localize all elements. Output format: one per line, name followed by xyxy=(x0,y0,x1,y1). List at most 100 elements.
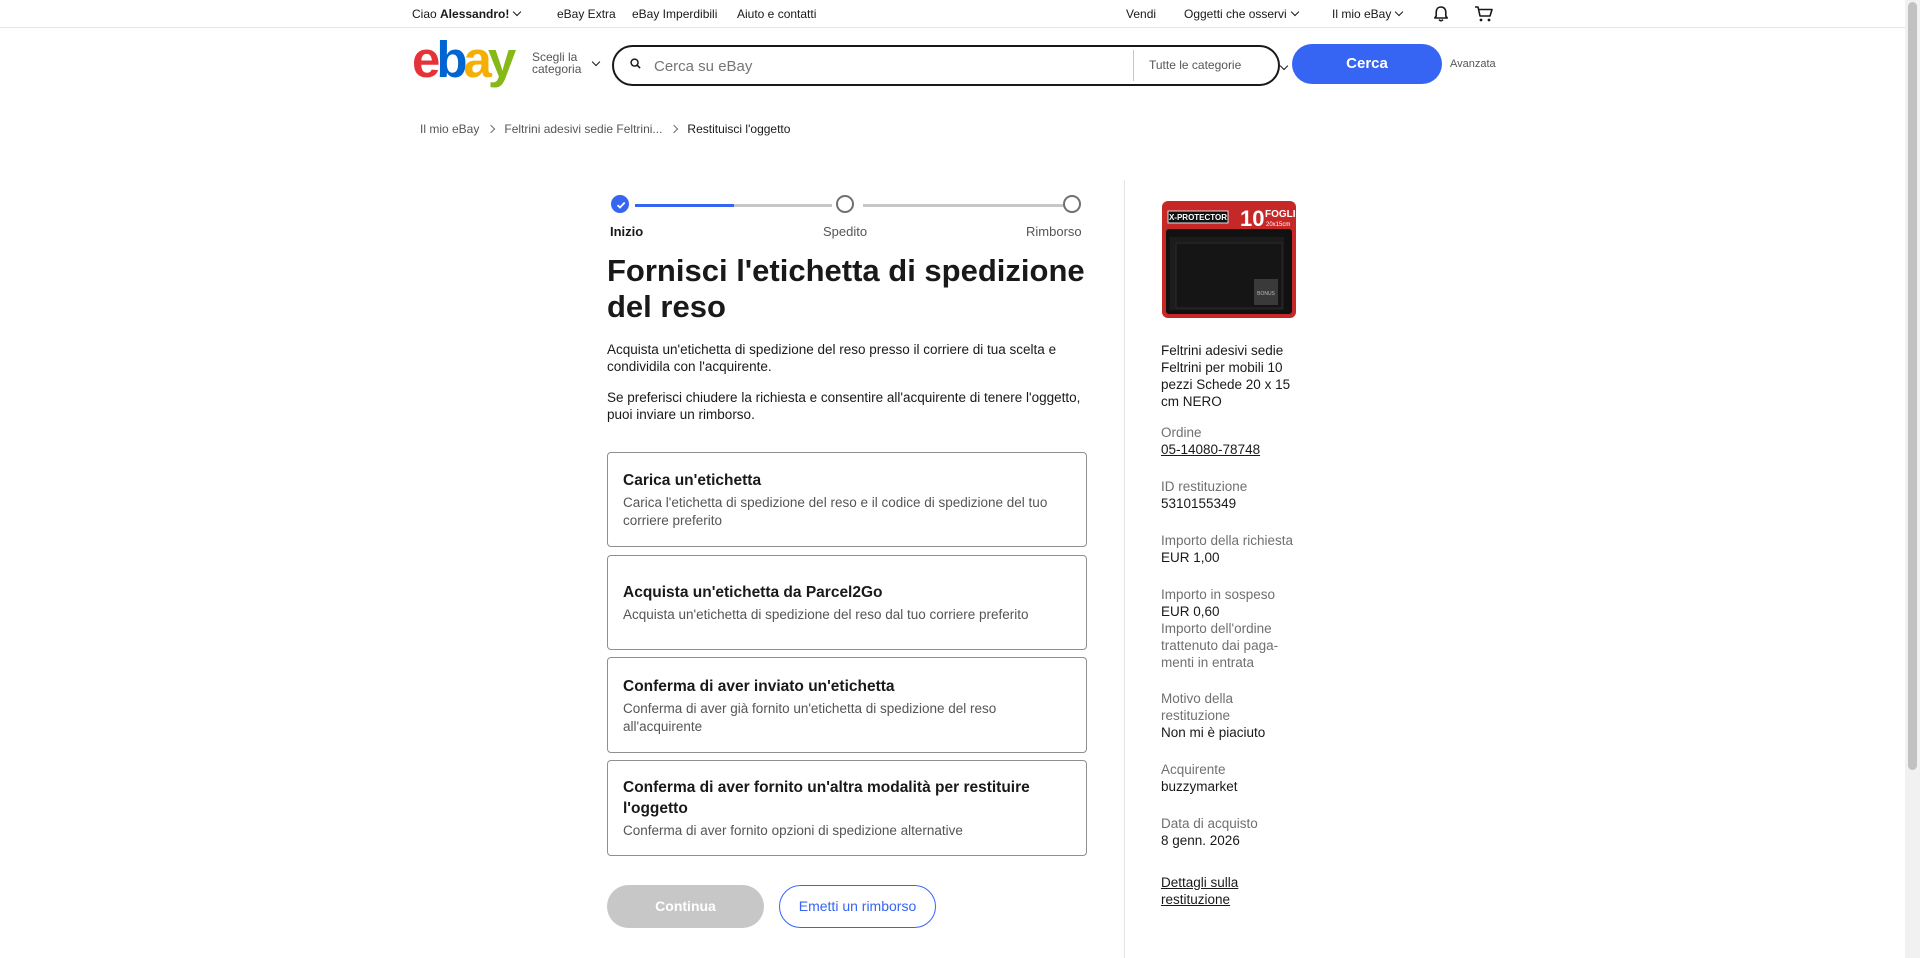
product-title-text: Feltrini adesivi sedie Feltrini per mobi… xyxy=(1161,343,1291,409)
search-input[interactable] xyxy=(652,55,1116,77)
option-description: Acquista un'etichetta di spedizione del … xyxy=(623,607,1029,622)
scrollbar-thumb[interactable] xyxy=(1908,2,1917,770)
purchase-date-info: Data di acquisto 8 genn. 2026 xyxy=(1161,815,1306,849)
step-shipped-label: Spedito xyxy=(823,224,868,239)
breadcrumb-item[interactable]: Feltrini adesivi sedie Feltrini... xyxy=(504,122,662,136)
refund-hint-text: Se preferisci chiudere la richiesta e co… xyxy=(607,390,1081,422)
option-title: Acquista un'etichetta da Parcel2Go xyxy=(623,584,883,601)
chevron-down-icon xyxy=(513,7,522,17)
search-button[interactable]: Cerca xyxy=(1292,44,1442,84)
pending-amount-value: EUR 0,60 xyxy=(1161,604,1220,619)
return-reason-info: Motivo della restituzione Non mi è piaci… xyxy=(1161,690,1306,741)
option-description: Carica l'etichetta di spedizione del res… xyxy=(623,495,1048,528)
chevron-down-icon xyxy=(591,57,601,67)
notification-bell-icon[interactable] xyxy=(1432,5,1450,23)
ebay-logo[interactable]: ebay xyxy=(412,34,522,85)
image-count: 10 xyxy=(1240,206,1264,231)
sidebar-divider xyxy=(1124,180,1125,958)
return-id-info: ID restituzione 5310155349 xyxy=(1161,478,1306,512)
logo-letter-b: b xyxy=(436,31,467,88)
logo-letter-e: e xyxy=(412,31,440,88)
nav-link-sell[interactable]: Vendi xyxy=(1126,7,1156,21)
breadcrumb-current: Restituisci l'oggetto xyxy=(687,122,791,136)
search-bar: Tutte le categorie xyxy=(612,45,1289,86)
nav-link-help[interactable]: Aiuto e contatti xyxy=(737,7,816,21)
requested-amount-label: Importo della richiesta xyxy=(1161,533,1294,548)
buyer-info: Acquirente buzzymarket xyxy=(1161,761,1306,795)
requested-amount-value: EUR 1,00 xyxy=(1161,550,1220,565)
breadcrumb: Il mio eBay Feltrini adesivi sedie Feltri… xyxy=(420,122,790,136)
return-details-link[interactable]: Dettagli sulla restituzione xyxy=(1161,875,1238,907)
search-icon xyxy=(630,58,641,69)
nav-link-ebay-imperdibili[interactable]: eBay Imperdibili xyxy=(632,7,717,21)
buyer-value: buzzymarket xyxy=(1161,779,1238,794)
continue-button[interactable]: Continua xyxy=(607,885,764,928)
greeting[interactable]: Ciao Alessandro! xyxy=(412,7,522,21)
chevron-down-icon xyxy=(1290,7,1299,17)
option-confirm-alternative-return[interactable]: Conferma di aver fornito un'altra modali… xyxy=(607,760,1087,856)
my-ebay-menu[interactable]: Il mio eBay xyxy=(1332,7,1404,21)
scrollbar[interactable] xyxy=(1905,0,1920,958)
image-brand: X-PROTECTOR xyxy=(1169,213,1227,222)
purchase-date-label: Data di acquisto xyxy=(1161,816,1258,831)
my-ebay-label: Il mio eBay xyxy=(1332,7,1392,21)
return-reason-label: Motivo della restituzione xyxy=(1161,691,1234,723)
image-size: 20x15cm xyxy=(1266,222,1290,228)
category-select-value: Tutte le categorie xyxy=(1149,58,1242,72)
option-description: Conferma di aver fornito opzioni di sped… xyxy=(623,823,963,838)
option-title: Conferma di aver inviato un'etichetta xyxy=(623,678,895,695)
nav-link-ebay-extra[interactable]: eBay Extra xyxy=(557,7,616,21)
purchase-date-value: 8 genn. 2026 xyxy=(1161,833,1240,848)
breadcrumb-my-ebay[interactable]: Il mio eBay xyxy=(420,122,479,136)
return-reason-value: Non mi è piaciuto xyxy=(1161,725,1266,740)
greeting-prefix: Ciao xyxy=(412,7,441,21)
intro-text: Acquista un'etichetta di spedizione del … xyxy=(607,342,1057,374)
progress-fill xyxy=(635,204,734,207)
step-start-label: Inizio xyxy=(610,224,644,239)
option-buy-label-parcel2go[interactable]: Acquista un'etichetta da Parcel2Go Acqui… xyxy=(607,555,1087,650)
chevron-right-icon xyxy=(487,124,496,134)
return-progress-stepper: Inizio Spedito Rimborso xyxy=(607,193,1087,243)
advanced-search-link[interactable]: Avanzata xyxy=(1450,58,1496,70)
progress-track xyxy=(863,204,1065,207)
watchlist-menu[interactable]: Oggetti che osservi xyxy=(1184,7,1299,21)
image-unit: FOGLI xyxy=(1265,209,1296,220)
watchlist-label: Oggetti che osservi xyxy=(1184,7,1287,21)
issue-refund-button[interactable]: Emetti un rimborso xyxy=(779,885,936,928)
requested-amount-info: Importo della richiesta EUR 1,00 xyxy=(1161,532,1306,566)
shop-category-line2: categoria xyxy=(532,62,582,76)
option-upload-label[interactable]: Carica un'etichetta Carica l'etichetta d… xyxy=(607,452,1087,547)
shop-by-category-button[interactable]: Scegli la categoria xyxy=(532,51,601,76)
order-info: Ordine 05-14080-78748 xyxy=(1161,424,1306,458)
return-id-label: ID restituzione xyxy=(1161,479,1248,494)
category-select[interactable]: Tutte le categorie xyxy=(1149,58,1289,72)
return-id-value: 5310155349 xyxy=(1161,496,1237,511)
step-start-dot xyxy=(611,195,629,213)
pending-amount-note: Importo dell'ordine trattenuto dai paga-… xyxy=(1161,621,1279,670)
chevron-down-icon xyxy=(1395,7,1404,17)
pending-amount-label: Importo in sospeso xyxy=(1161,587,1276,602)
chevron-down-icon xyxy=(1279,61,1289,71)
option-title: Carica un'etichetta xyxy=(623,472,762,489)
order-label: Ordine xyxy=(1161,425,1202,440)
order-number-link[interactable]: 05-14080-78748 xyxy=(1161,442,1260,457)
option-title: Conferma di aver fornito un'altra modali… xyxy=(623,779,1030,817)
image-badge: BONUS xyxy=(1257,291,1275,297)
checkmark-icon xyxy=(616,201,626,209)
search-divider xyxy=(1133,50,1134,81)
buyer-label: Acquirente xyxy=(1161,762,1226,777)
greeting-name: Alessandro! xyxy=(440,7,510,21)
top-nav: Ciao Alessandro! eBay Extra eBay Imperdi… xyxy=(0,0,1905,28)
pending-amount-info: Importo in sospeso EUR 0,60 Importo dell… xyxy=(1161,586,1306,671)
step-shipped-dot xyxy=(836,195,854,213)
cart-icon[interactable] xyxy=(1474,5,1494,23)
return-details: Dettagli sulla restituzione xyxy=(1161,874,1261,908)
product-image[interactable]: BONUS X-PROTECTOR 10 FOGLI 20x15cm xyxy=(1162,193,1296,318)
chevron-right-icon xyxy=(670,124,679,134)
step-refund-dot xyxy=(1063,195,1081,213)
option-confirm-label-sent[interactable]: Conferma di aver inviato un'etichetta Co… xyxy=(607,657,1087,753)
option-description: Conferma di aver già fornito un'etichett… xyxy=(623,701,997,734)
logo-letter-a: a xyxy=(463,31,492,88)
product-title[interactable]: Feltrini adesivi sedie Feltrini per mobi… xyxy=(1161,342,1306,410)
logo-letter-y: y xyxy=(487,31,516,88)
